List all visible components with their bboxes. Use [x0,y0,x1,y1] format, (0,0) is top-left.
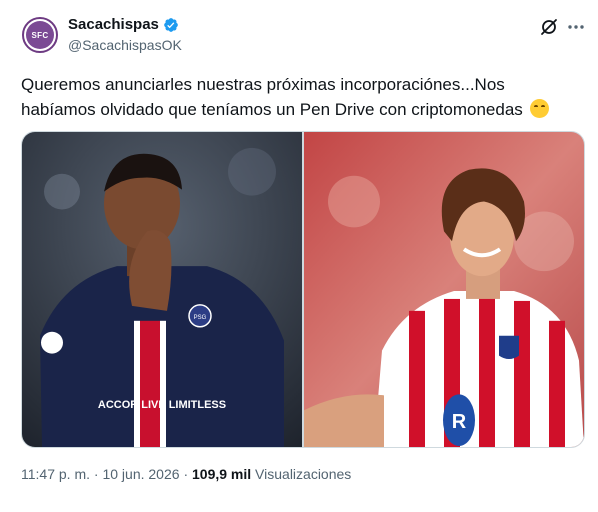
author-name-row: Sacachispas [68,16,179,33]
tweet-text: Queremos anunciarles nuestras próximas i… [21,72,576,122]
avatar-logo: SFC [26,21,54,49]
author-handle[interactable]: @SacachispasOK [68,37,182,53]
tweet-body: Queremos anunciarles nuestras próximas i… [21,75,523,119]
author-display-name[interactable]: Sacachispas [68,16,159,33]
verified-badge-icon [163,17,179,33]
more-icon[interactable] [565,17,587,37]
jersey-sponsor-logo: R [452,411,466,433]
grok-icon[interactable] [539,17,559,37]
photo-left-player[interactable]: PSG ACCOR LIVE LIMITLESS [22,132,302,447]
tweet-metadata: 11:47 p. m. · 10 jun. 2026 · 109,9 mil V… [21,466,351,482]
views-label: Visualizaciones [255,466,352,482]
tweet-time[interactable]: 11:47 p. m. [21,466,90,482]
photo-right-player[interactable]: R [304,132,584,447]
avatar[interactable]: SFC [22,17,58,53]
jersey-badge: PSG [194,315,207,321]
views-count[interactable]: 109,9 mil [192,466,251,482]
tweet-date[interactable]: 10 jun. 2026 [102,466,179,482]
meta-separator-2: · [183,466,189,482]
jersey-sponsor: ACCOR LIVE LIMITLESS [98,399,226,411]
face-with-tears-of-joy-icon [529,99,549,118]
tweet-media[interactable]: PSG ACCOR LIVE LIMITLESS R [21,131,585,448]
tweet-card: SFC Sacachispas @SacachispasOK Queremos … [0,0,598,512]
meta-separator: · [93,466,99,482]
